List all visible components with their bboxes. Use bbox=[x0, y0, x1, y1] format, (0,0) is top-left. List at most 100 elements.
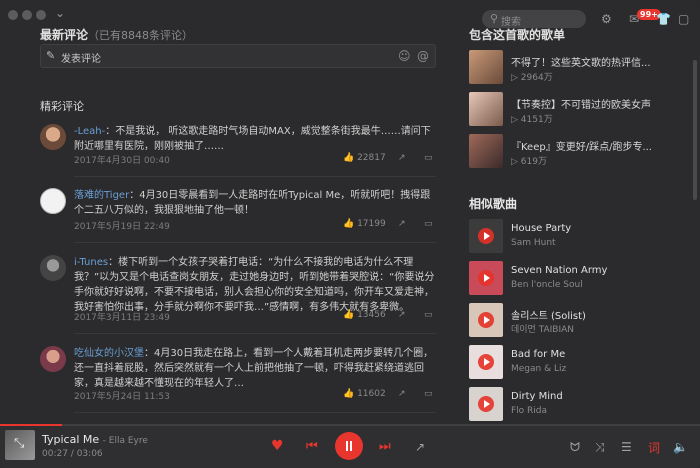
similar-song-item[interactable]: Bad for Me Megan & Liz bbox=[469, 345, 689, 379]
comment-item: -Leah-：不是我说， 听这歌走路时气场自动MAX，威觉整条街我最牛……请问下… bbox=[40, 124, 436, 177]
avatar[interactable] bbox=[40, 124, 66, 150]
latest-comments-title: 最新评论（已有8848条评论） bbox=[40, 28, 194, 42]
song-title: House Party bbox=[511, 223, 572, 234]
mini-mode-icon[interactable]: ▢ bbox=[678, 12, 689, 26]
comment-count: （已有8848条评论） bbox=[88, 29, 194, 42]
previous-track-icon[interactable]: ⏮ bbox=[306, 439, 318, 454]
avatar[interactable] bbox=[40, 255, 66, 281]
like-heart-icon[interactable]: ♥ bbox=[271, 438, 284, 454]
reply-icon[interactable]: ▭ bbox=[424, 310, 433, 320]
comment-date: 2017年5月19日 22:49 bbox=[74, 222, 170, 232]
comment-date: 2017年4月30日 00:40 bbox=[74, 156, 170, 166]
comment-username[interactable]: 吃仙女的小汉堡 bbox=[74, 348, 144, 359]
progress-track[interactable] bbox=[0, 424, 700, 426]
song-artist[interactable]: Megan & Liz bbox=[511, 364, 566, 374]
comment-date: 2017年3月11日 23:49 bbox=[74, 313, 170, 323]
reply-icon[interactable]: ▭ bbox=[424, 389, 433, 399]
playlist-item[interactable]: 【节奏控】不可错过的欧美女声 ▷ 4151万 bbox=[469, 92, 689, 126]
now-playing-artist[interactable]: Ella Eyre bbox=[109, 436, 148, 446]
expand-arrows-icon: ⤡ bbox=[14, 436, 25, 451]
share-icon[interactable]: ↗ bbox=[398, 219, 406, 229]
sound-effect-icon[interactable]: ᗢ bbox=[570, 440, 580, 455]
playlist-title: 【节奏控】不可错过的欧美女声 bbox=[511, 100, 651, 111]
play-count: ▷ 2964万 bbox=[511, 73, 553, 83]
playlist-cover bbox=[469, 50, 503, 84]
share-icon[interactable]: ↗ bbox=[415, 440, 425, 454]
comment-text: 吃仙女的小汉堡：4月30日我走在路上，看到一个人戴着耳机走两步要转几个圈，还一直… bbox=[74, 348, 434, 389]
like-button[interactable]: 👍 17199 bbox=[343, 219, 386, 229]
reply-icon[interactable]: ▭ bbox=[424, 219, 433, 229]
share-icon[interactable]: ↗ bbox=[398, 389, 406, 399]
playlist-cover bbox=[469, 92, 503, 126]
total-time: 03:06 bbox=[76, 449, 103, 459]
similar-songs-title: 相似歌曲 bbox=[469, 197, 518, 211]
comment-text: 落难的Tiger：4月30日零晨看到一人走路时在听Typical Me，听就听吧… bbox=[74, 190, 431, 216]
comment-username[interactable]: 落难的Tiger bbox=[74, 190, 129, 201]
now-playing-title[interactable]: Typical Me bbox=[42, 433, 99, 446]
settings-gear-icon[interactable]: ⚙ bbox=[601, 12, 612, 26]
play-count: ▷ 4151万 bbox=[511, 115, 553, 125]
volume-icon[interactable]: 🔈 bbox=[673, 440, 688, 454]
song-artist[interactable]: Flo Rida bbox=[511, 406, 547, 416]
comment-item: 吃仙女的小汉堡：4月30日我走在路上，看到一个人戴着耳机走两步要转几个圈，还一直… bbox=[40, 346, 436, 413]
current-time: 00:27 bbox=[42, 449, 68, 459]
song-title: Seven Nation Army bbox=[511, 265, 608, 276]
like-button[interactable]: 👍 11602 bbox=[343, 389, 386, 399]
comment-text: -Leah-：不是我说， 听这歌走路时气场自动MAX，威觉整条街我最牛……请问下… bbox=[74, 126, 431, 152]
scrollbar[interactable] bbox=[693, 60, 697, 200]
playlist-icon[interactable]: ☰ bbox=[621, 440, 632, 454]
avatar[interactable] bbox=[40, 188, 66, 214]
window-minimize-button[interactable] bbox=[22, 10, 32, 20]
song-artist[interactable]: Ben l'oncle Soul bbox=[511, 280, 583, 290]
window-zoom-button[interactable] bbox=[36, 10, 46, 20]
like-button[interactable]: 👍 13456 bbox=[343, 310, 386, 320]
comment-username[interactable]: -Leah- bbox=[74, 126, 105, 137]
play-icon[interactable] bbox=[478, 270, 494, 286]
divider bbox=[74, 242, 436, 243]
share-icon[interactable]: ↗ bbox=[398, 153, 406, 163]
divider bbox=[74, 176, 436, 177]
skin-shirt-icon[interactable]: 👕 bbox=[656, 12, 671, 26]
comment-item: 落难的Tiger：4月30日零晨看到一人走路时在听Typical Me，听就听吧… bbox=[40, 188, 436, 243]
comment-placeholder: 发表评论 bbox=[61, 54, 101, 65]
reply-icon[interactable]: ▭ bbox=[424, 153, 433, 163]
similar-song-item[interactable]: 솔리스트 (Solist) 데이먼 TAIBIAN bbox=[469, 303, 689, 337]
like-count: 17199 bbox=[357, 219, 386, 229]
now-playing-cover[interactable]: ⤡ bbox=[5, 430, 35, 460]
next-track-icon[interactable]: ⏭ bbox=[379, 439, 391, 454]
divider bbox=[74, 333, 436, 334]
playlist-title: 『Keep』变更好/踩点/跑步专... bbox=[511, 142, 652, 153]
play-icon[interactable] bbox=[478, 354, 494, 370]
avatar[interactable] bbox=[40, 346, 66, 372]
song-artist[interactable]: Sam Hunt bbox=[511, 238, 556, 248]
like-count: 13456 bbox=[357, 310, 386, 320]
comment-date: 2017年5月24日 11:53 bbox=[74, 392, 170, 402]
comment-item: i-Tunes：楼下听到一个女孩子哭着打电话：“为什么不接我的电话为什么不理我？… bbox=[40, 255, 436, 335]
comment-username[interactable]: i-Tunes bbox=[74, 257, 108, 268]
comment-input[interactable]: ✎ 发表评论 ☺ @ bbox=[40, 44, 436, 68]
play-icon[interactable] bbox=[478, 228, 494, 244]
shuffle-icon[interactable]: ⤨ bbox=[595, 440, 605, 455]
similar-song-item[interactable]: Dirty Mind Flo Rida bbox=[469, 387, 689, 421]
playlist-item[interactable]: 『Keep』变更好/踩点/跑步专... ▷ 619万 bbox=[469, 134, 689, 168]
playlist-item[interactable]: 不得了！这些英文歌的热评信... ▷ 2964万 bbox=[469, 50, 689, 84]
lyrics-button[interactable]: 词 bbox=[648, 439, 660, 456]
play-icon[interactable] bbox=[478, 396, 494, 412]
playlist-title: 不得了！这些英文歌的热评信... bbox=[511, 58, 651, 69]
playlist-cover bbox=[469, 134, 503, 168]
progress-fill bbox=[0, 424, 63, 426]
song-title: Bad for Me bbox=[511, 349, 566, 360]
hot-comments-title: 精彩评论 bbox=[40, 100, 84, 113]
song-artist[interactable]: 데이먼 TAIBIAN bbox=[511, 322, 574, 335]
share-icon[interactable]: ↗ bbox=[398, 310, 406, 320]
play-icon[interactable] bbox=[478, 312, 494, 328]
emoji-icon[interactable]: ☺ bbox=[398, 49, 411, 63]
window-close-button[interactable] bbox=[8, 10, 18, 20]
similar-song-item[interactable]: Seven Nation Army Ben l'oncle Soul bbox=[469, 261, 689, 295]
song-title: 솔리스트 (Solist) bbox=[511, 311, 586, 322]
pause-button[interactable] bbox=[335, 432, 363, 460]
mention-icon[interactable]: @ bbox=[417, 49, 429, 63]
like-button[interactable]: 👍 22817 bbox=[343, 153, 386, 163]
similar-song-item[interactable]: House Party Sam Hunt bbox=[469, 219, 689, 253]
collapse-chevron-icon[interactable]: ⌄ bbox=[55, 6, 65, 20]
